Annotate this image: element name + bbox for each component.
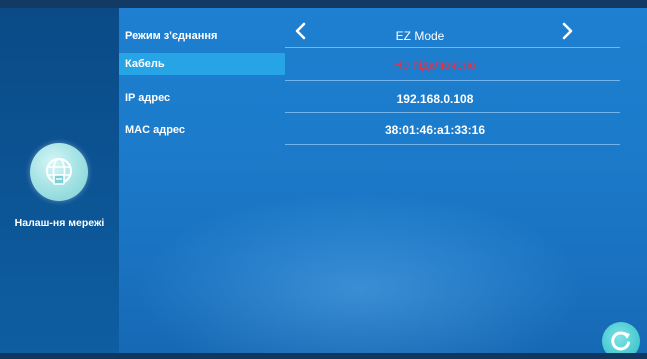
- connection-mode-value: EZ Mode: [395, 29, 445, 43]
- top-bezel: [0, 0, 647, 8]
- ip-address-label: IP адрес: [125, 92, 171, 104]
- chevron-right-icon[interactable]: [558, 22, 576, 40]
- chevron-left-icon[interactable]: [292, 22, 310, 40]
- cable-status-value: Не підключено: [393, 58, 477, 72]
- row-divider: [285, 47, 620, 48]
- ip-address-value: 192.168.0.108: [396, 92, 474, 106]
- mac-address-label: MAC адрес: [125, 124, 186, 136]
- cable-label[interactable]: Кабель: [119, 53, 285, 75]
- mac-address-value: 38:01:46:a1:33:16: [384, 123, 486, 137]
- network-settings-label: Налаш-ня мережі: [14, 217, 105, 229]
- network-settings-icon: [30, 143, 88, 201]
- bottom-bezel: [0, 353, 647, 359]
- sidebar-item-network-settings[interactable]: Налаш-ня мережі: [0, 140, 119, 250]
- row-divider: [285, 80, 620, 81]
- row-divider: [285, 144, 620, 145]
- connection-mode-label: Режим з'єднання: [125, 30, 218, 42]
- row-divider: [285, 112, 620, 113]
- network-settings-screen: Налаш-ня мережі Режим з'єднання EZ Mode …: [0, 0, 647, 359]
